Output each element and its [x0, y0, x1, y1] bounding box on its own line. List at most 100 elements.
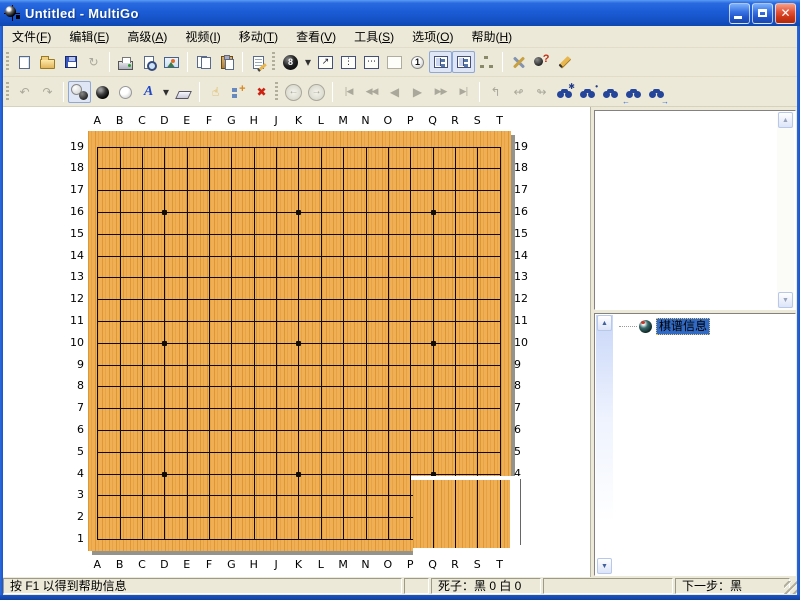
board-row-label: 11: [514, 314, 532, 327]
label-dropdown-button[interactable]: ▾: [160, 81, 172, 103]
delete-move-button[interactable]: ✖: [250, 81, 273, 103]
reload-file-icon: ↻: [88, 56, 98, 68]
undo-button[interactable]: ↶: [13, 81, 36, 103]
find-previous-button[interactable]: ←: [622, 81, 645, 103]
board-row-label: 3: [66, 488, 84, 501]
menu-item-view[interactable]: 查看(V): [287, 26, 345, 47]
move-number-dropdown-button[interactable]: ▾: [302, 51, 314, 73]
print-button[interactable]: [114, 51, 137, 73]
menu-item-tools[interactable]: 工具(S): [345, 26, 403, 47]
comment-panel[interactable]: ▲ ▼: [594, 110, 796, 310]
tree-view-toggle-button[interactable]: [429, 51, 452, 73]
menu-item-video[interactable]: 视频(I): [176, 26, 229, 47]
game-info-icon: [253, 56, 264, 69]
board-col-label: G: [223, 114, 239, 127]
goto-move-button[interactable]: ↗: [314, 51, 337, 73]
paste-button[interactable]: [215, 51, 238, 73]
toolbar-grip[interactable]: [6, 82, 9, 102]
save-file-icon: [65, 56, 77, 68]
close-icon: ✕: [780, 7, 790, 19]
show-variation-children-button[interactable]: ⋯: [360, 51, 383, 73]
reload-file-button[interactable]: ↻: [82, 51, 105, 73]
play-black-button[interactable]: [91, 81, 114, 103]
move-number-stone-button[interactable]: 8: [279, 51, 302, 73]
previous-branch-button[interactable]: ↫: [507, 81, 530, 103]
menu-item-file[interactable]: 文件(F): [3, 26, 60, 47]
previous-move-button[interactable]: ◀: [383, 81, 406, 103]
menu-item-move[interactable]: 移动(T): [230, 26, 287, 47]
open-file-button[interactable]: [36, 51, 59, 73]
board-grid-line: [343, 147, 344, 540]
close-button[interactable]: ✕: [775, 3, 796, 24]
find-next-button[interactable]: →: [645, 81, 668, 103]
variation-none-button[interactable]: [383, 51, 406, 73]
play-white-button[interactable]: [114, 81, 137, 103]
nav-forward-button[interactable]: →: [305, 81, 328, 103]
comment-scrollbar[interactable]: ▲ ▼: [777, 112, 794, 308]
tree-panel-toggle-button[interactable]: [452, 51, 475, 73]
menu-item-help[interactable]: 帮助(H): [462, 26, 521, 47]
export-image-button[interactable]: [160, 51, 183, 73]
up-to-parent-button[interactable]: ↰: [484, 81, 507, 103]
edit-game-info-icon: [558, 56, 570, 68]
show-move-number-button[interactable]: 1: [406, 51, 429, 73]
find-new-button[interactable]: ✱: [553, 81, 576, 103]
play-alternate-button[interactable]: [68, 81, 91, 103]
board-col-label: H: [246, 558, 262, 571]
scroll-up-button[interactable]: ▲: [597, 315, 612, 331]
eraser-button[interactable]: [172, 81, 195, 103]
tree-node-label[interactable]: 棋谱信息: [656, 318, 710, 335]
maximize-button[interactable]: [752, 3, 773, 24]
pan-hand-button[interactable]: ☝: [204, 81, 227, 103]
board-col-label: S: [469, 114, 485, 127]
next-move-button[interactable]: ▶: [406, 81, 429, 103]
status-next-player: 下一步：黑: [675, 578, 790, 594]
toolbar-grip[interactable]: [272, 52, 275, 72]
menu-item-options[interactable]: 选项(O): [403, 26, 462, 47]
scroll-up-button[interactable]: ▲: [778, 112, 793, 128]
first-move-button[interactable]: |◀: [337, 81, 360, 103]
board-row-label: 4: [66, 467, 84, 480]
tree-scrollbar[interactable]: ▲ ▼: [596, 315, 613, 574]
game-info-button[interactable]: [247, 51, 270, 73]
title-bar[interactable]: Untitled - MultiGo ✕: [0, 0, 800, 26]
insert-move-button[interactable]: [227, 81, 250, 103]
find-button[interactable]: [599, 81, 622, 103]
copy-button[interactable]: [192, 51, 215, 73]
window-frame-bottom: [0, 595, 800, 600]
next-branch-button[interactable]: ↬: [530, 81, 553, 103]
status-empty-2: [543, 578, 673, 594]
tree-root-node[interactable]: 棋谱信息: [619, 318, 710, 335]
show-variation-siblings-button[interactable]: ⋮: [337, 51, 360, 73]
menu-item-edit[interactable]: 编辑(E): [60, 26, 118, 47]
nav-back-button[interactable]: ←: [282, 81, 305, 103]
board-col-label: L: [313, 558, 329, 571]
window-title: Untitled - MultiGo: [25, 6, 139, 21]
board-col-label: K: [290, 558, 306, 571]
toolbar-grip[interactable]: [6, 52, 9, 72]
save-file-button[interactable]: [59, 51, 82, 73]
board-grid-line: [97, 452, 500, 453]
redo-button[interactable]: ↷: [36, 81, 59, 103]
guess-mode-button[interactable]: [530, 51, 553, 73]
resize-grip[interactable]: [784, 581, 797, 594]
minimize-button[interactable]: [729, 3, 750, 24]
find-marked-button[interactable]: •: [576, 81, 599, 103]
menu-item-advanced[interactable]: 高级(A): [118, 26, 176, 47]
label-tool-button[interactable]: A: [137, 81, 160, 103]
tree-panel-toggle-icon: [457, 56, 471, 68]
find-marked-icon: •: [580, 91, 595, 99]
undo-icon: ↶: [19, 86, 29, 98]
fast-rewind-button[interactable]: ◀◀: [360, 81, 383, 103]
print-preview-button[interactable]: [137, 51, 160, 73]
scroll-down-button[interactable]: ▼: [778, 292, 793, 308]
tree-structure-button[interactable]: [475, 51, 498, 73]
fast-forward-button[interactable]: ▶▶: [429, 81, 452, 103]
tools-options-button[interactable]: [507, 51, 530, 73]
last-move-button[interactable]: ▶|: [452, 81, 475, 103]
scroll-down-button[interactable]: ▼: [597, 558, 612, 574]
new-file-button[interactable]: [13, 51, 36, 73]
edit-game-info-button[interactable]: [553, 51, 576, 73]
game-tree-panel[interactable]: ▲ ▼ 棋谱信息: [594, 313, 796, 576]
toolbar-grip[interactable]: [275, 82, 278, 102]
